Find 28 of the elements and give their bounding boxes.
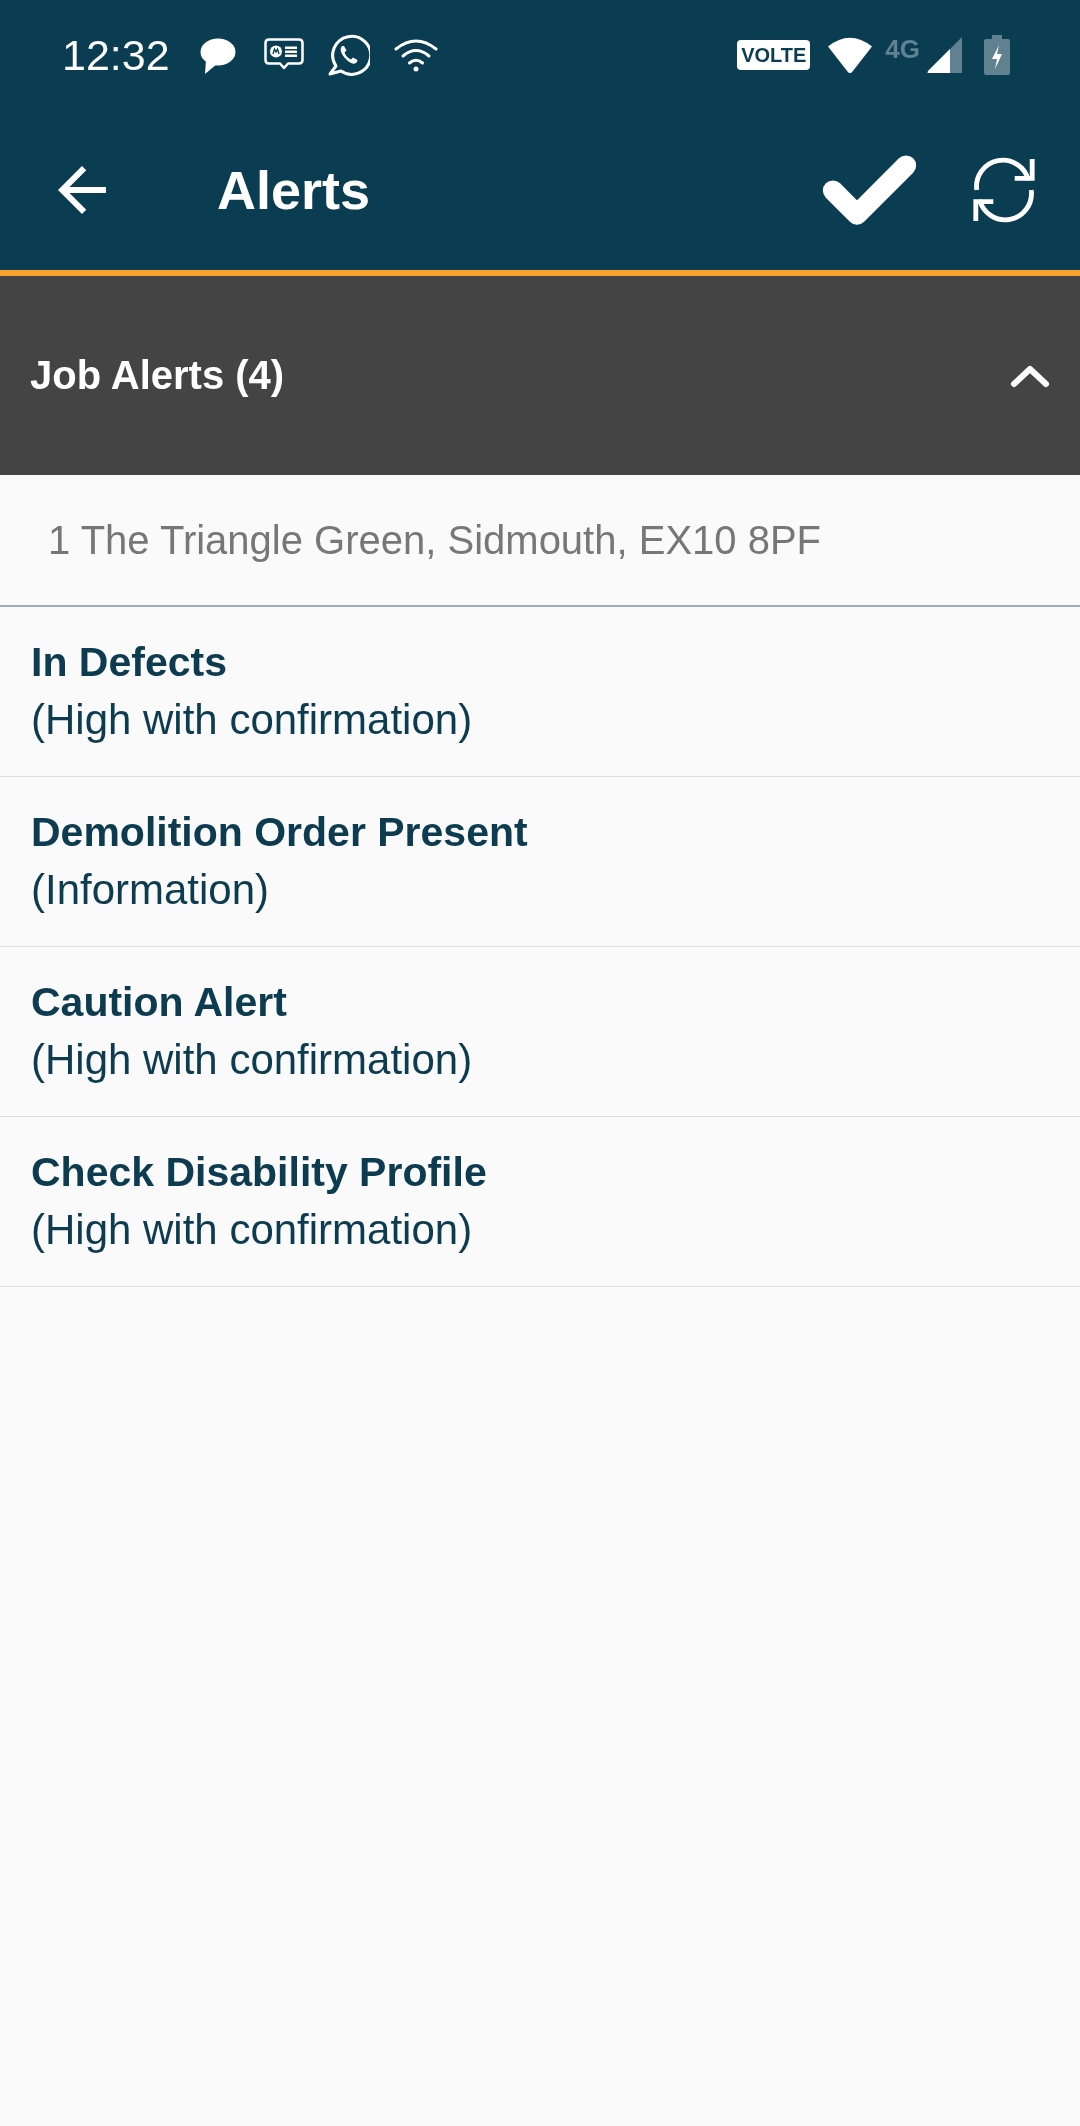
wifi-signal-icon [827, 36, 874, 74]
chat-bubble-icon [199, 38, 236, 74]
message-card-icon [263, 38, 304, 72]
alert-title: Caution Alert [31, 978, 287, 1027]
alert-title: Demolition Order Present [31, 808, 528, 857]
section-header[interactable]: Job Alerts (4) [0, 276, 1080, 475]
alert-list-item[interactable]: Caution Alert (High with confirmation) [0, 947, 1080, 1117]
network-type-label: 4G [885, 34, 920, 64]
alert-priority: (High with confirmation) [31, 1035, 473, 1085]
alert-list-item[interactable]: In Defects (High with confirmation) [0, 607, 1080, 777]
alert-priority: (High with confirmation) [31, 1205, 473, 1255]
check-icon [820, 152, 918, 228]
cell-signal-icon [926, 37, 962, 73]
alert-list-item[interactable]: Check Disability Profile (High with confirmation) [0, 1117, 1080, 1287]
alert-priority: (Information) [31, 865, 270, 915]
status-time: 12:32 [62, 30, 170, 80]
screen-title: Alerts [217, 159, 371, 222]
alert-priority: (High with confirmation) [31, 695, 473, 745]
wifi-icon [393, 38, 438, 72]
address-text: 1 The Triangle Green, Sidmouth, EX10 8PF [48, 517, 822, 564]
alert-list-item[interactable]: Demolition Order Present (Information) [0, 777, 1080, 947]
alert-title: Check Disability Profile [31, 1148, 487, 1197]
alert-title: In Defects [31, 638, 227, 687]
back-arrow-icon [58, 166, 106, 214]
phone-chat-icon [327, 34, 370, 76]
network-badge: VOLTE [737, 40, 811, 70]
battery-charging-icon [984, 35, 1010, 75]
chevron-icon [1010, 363, 1050, 388]
